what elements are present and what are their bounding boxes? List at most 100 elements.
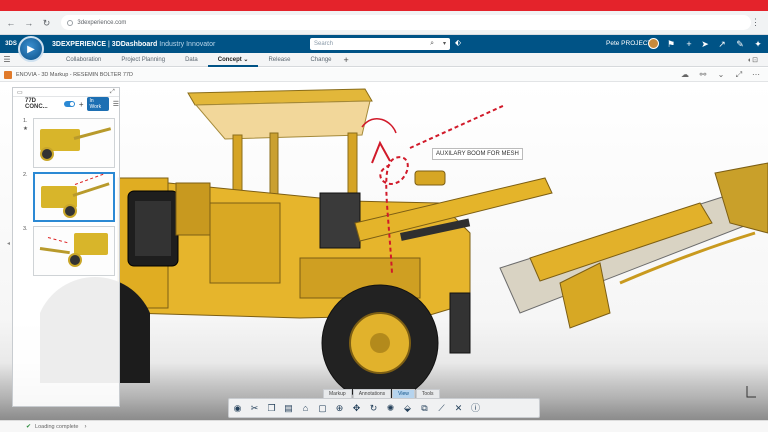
favorite-icon[interactable]: ★: [23, 126, 28, 132]
reload-icon[interactable]: ↻: [40, 16, 54, 30]
list-item[interactable]: [33, 226, 115, 276]
view-orientation-icon[interactable]: ⬙: [400, 401, 415, 415]
boom-head: [414, 170, 446, 186]
user-name[interactable]: Pete PROJECT: [606, 40, 652, 47]
storyboard-toggle[interactable]: [64, 101, 75, 107]
app-top-bar: 3DS 3DEXPERIENCE | 3DDashboard Industry …: [0, 35, 768, 53]
bookmark-icon[interactable]: ⚑: [665, 38, 677, 50]
forward-icon[interactable]: →: [22, 16, 36, 30]
compass-icon[interactable]: ▶: [18, 36, 44, 62]
home-icon[interactable]: ⌂: [298, 401, 313, 415]
rotate-icon[interactable]: ↻: [366, 401, 381, 415]
view-mode-icon[interactable]: ◐⊡: [748, 56, 758, 64]
browser-toolbar: ← → ↻ 3dexperience.com ⋮: [0, 11, 768, 35]
check-icon: ✔: [26, 424, 32, 430]
app-title: 3DEXPERIENCE | 3DDashboard Industry Inno…: [52, 41, 215, 48]
scissors-icon[interactable]: ✂: [247, 401, 262, 415]
markup-arrowhead: [371, 140, 391, 164]
menu-icon[interactable]: ☰: [0, 55, 14, 64]
tools-icon[interactable]: ✎: [734, 38, 746, 50]
help-icon[interactable]: ✦: [752, 38, 764, 50]
panel-top: ▭ ⤢: [13, 88, 119, 97]
slide-thumb-boom: [39, 247, 70, 255]
tab-collaboration[interactable]: Collaboration: [56, 53, 111, 67]
maximize-icon[interactable]: ⤢: [734, 70, 744, 80]
share-icon[interactable]: ➤: [699, 38, 711, 50]
fit-all-icon[interactable]: ▢: [315, 401, 330, 415]
slide-thumb-markup: [74, 173, 104, 185]
tab-data[interactable]: Data: [175, 53, 208, 67]
back-icon[interactable]: ←: [4, 16, 18, 30]
slide-number: 3.: [23, 226, 28, 232]
add-tab-icon[interactable]: +: [344, 55, 349, 65]
close-icon[interactable]: ✕: [451, 401, 466, 415]
list-item[interactable]: [33, 118, 115, 168]
collapse-icon[interactable]: ⌄: [716, 70, 726, 79]
tab-change[interactable]: Change: [300, 53, 341, 67]
zoom-icon[interactable]: ⊕: [332, 401, 347, 415]
slide-thumb-wheel: [68, 253, 82, 267]
list-item[interactable]: [33, 172, 115, 222]
measure-icon[interactable]: ⟋: [434, 401, 449, 415]
widget-app-icon: [4, 70, 12, 79]
camera-icon[interactable]: ◉: [230, 401, 245, 415]
outrigger-jack: [449, 292, 471, 354]
widget-menu-icon[interactable]: ⋯: [751, 70, 761, 79]
browser-menu-icon[interactable]: ⋮: [751, 17, 760, 28]
tab-concept[interactable]: Concept ⌄: [207, 53, 259, 67]
paste-icon[interactable]: ▤: [281, 401, 296, 415]
chevron-right-icon[interactable]: ›: [84, 424, 86, 430]
collapse-panel-icon[interactable]: ◂: [7, 240, 10, 247]
control-seat: [319, 192, 361, 249]
markup-curl: [361, 117, 397, 134]
dashboard-label: 3DDashboard: [111, 40, 158, 48]
front-hub-center: [370, 333, 390, 353]
search-icon[interactable]: ⌕: [430, 38, 434, 50]
slide-thumb-wheel: [40, 147, 54, 161]
chevron-down-icon[interactable]: ▾: [443, 38, 446, 50]
status-badge[interactable]: In Work: [86, 97, 109, 111]
top-red-strip: [0, 0, 768, 11]
tab-project-planning[interactable]: Project Planning: [111, 53, 175, 67]
slide-thumb-boom: [72, 182, 110, 197]
bolting-boom: [499, 192, 753, 314]
pan-icon[interactable]: ✥: [349, 401, 364, 415]
context-label: Industry Innovator: [159, 40, 216, 48]
tag-icon[interactable]: ⬖: [455, 38, 461, 47]
copy-icon[interactable]: ❐: [264, 401, 279, 415]
chevron-down-icon[interactable]: ⌄: [243, 57, 248, 63]
slide-number: 1.: [23, 118, 28, 124]
widget-title: ENOVIA - 3D Markup - RESEMIN BOLTER 77D: [16, 71, 133, 78]
slide-thumb-wheel: [63, 204, 77, 218]
engine-fins: [135, 201, 171, 256]
expand-icon[interactable]: ⤢: [110, 89, 115, 96]
slide-number: 2.: [23, 172, 28, 178]
section-icon[interactable]: ⧉: [417, 401, 432, 415]
status-text: Loading complete: [35, 423, 79, 430]
lighting-icon[interactable]: ✺: [383, 401, 398, 415]
search-placeholder: Search: [314, 41, 334, 47]
info-icon[interactable]: ⓘ: [468, 401, 483, 415]
add-icon[interactable]: +: [683, 38, 695, 50]
tab-concept-label: Concept: [217, 56, 242, 63]
tab-release[interactable]: Release: [258, 53, 300, 67]
communicate-icon[interactable]: ↗: [716, 38, 728, 50]
avatar[interactable]: [648, 38, 659, 49]
annotation-label[interactable]: AUXILARY BOOM FOR MESH: [432, 148, 523, 160]
url-text: 3dexperience.com: [77, 19, 127, 26]
cloud-icon[interactable]: ☁: [680, 70, 690, 79]
mid-frame: [209, 202, 281, 284]
widget-header: ENOVIA - 3D Markup - RESEMIN BOLTER 77D …: [0, 68, 768, 82]
add-slide-icon[interactable]: +: [79, 100, 84, 109]
address-bar[interactable]: 3dexperience.com: [61, 15, 752, 30]
storyboard-menu-icon[interactable]: ☰: [113, 100, 119, 108]
storyboard-header: 77D CONC... + In Work ☰: [13, 97, 119, 111]
axis-triad-icon[interactable]: [745, 385, 757, 399]
storyboard-panel: ▭ ⤢ 77D CONC... + In Work ☰ 1. ★ 2. 3.: [12, 87, 120, 407]
link-icon[interactable]: ⚯: [698, 70, 708, 79]
slide-thumb-body: [74, 233, 108, 255]
panel-dock-icon[interactable]: ▭: [17, 89, 23, 96]
site-info-icon[interactable]: [67, 19, 74, 26]
search-input[interactable]: Search ⌕ ▾: [310, 38, 450, 50]
storyboard-title: 77D CONC...: [25, 98, 48, 110]
